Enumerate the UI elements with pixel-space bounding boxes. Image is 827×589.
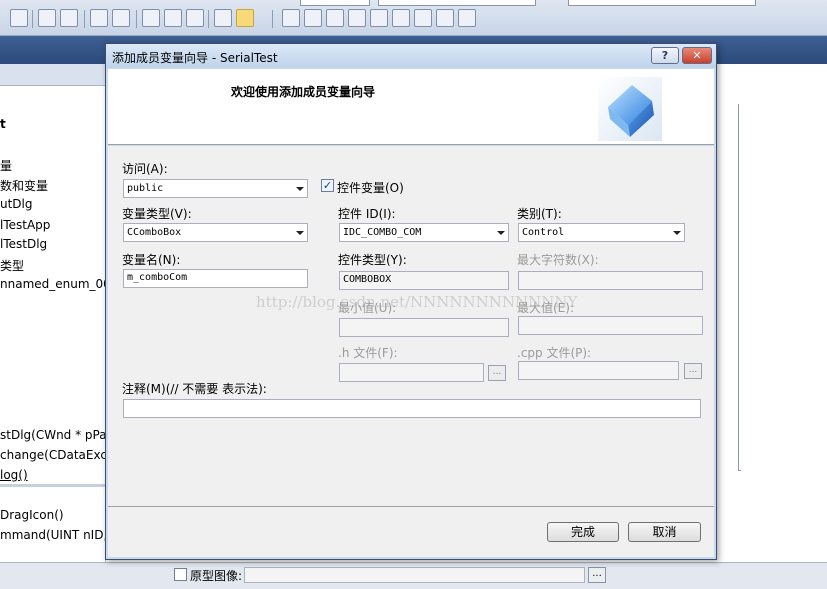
- toolbar-separator: [84, 10, 85, 28]
- member-item[interactable]: stDlg(CWnd * pPa: [0, 428, 107, 442]
- toolbar-button[interactable]: [186, 9, 204, 27]
- access-select[interactable]: public: [123, 179, 308, 198]
- tree-item[interactable]: utDlg: [0, 197, 33, 211]
- member-item[interactable]: mmand(UINT nID,: [0, 528, 107, 542]
- toolbar-button[interactable]: [90, 9, 108, 27]
- category-label: 类别(T):: [517, 207, 562, 221]
- add-member-variable-dialog: 添加成员变量向导 - SerialTest ? ✕ 欢迎使用添加成员变量向导 h…: [105, 43, 717, 560]
- close-button[interactable]: ✕: [682, 47, 712, 64]
- variable-name-input[interactable]: m_comboCom: [123, 269, 308, 288]
- grid-toggle-icon[interactable]: [214, 9, 232, 27]
- max-chars-input: [518, 271, 703, 290]
- variable-type-select[interactable]: CComboBox: [123, 223, 308, 242]
- chevron-down-icon: [673, 231, 681, 235]
- comment-input[interactable]: [123, 399, 701, 418]
- dialog-title: 添加成员变量向导 - SerialTest: [112, 51, 278, 65]
- category-select[interactable]: Control: [518, 223, 685, 242]
- tree-item[interactable]: t: [0, 117, 6, 131]
- tree-item[interactable]: nnamed_enum_00: [0, 277, 111, 291]
- control-id-value: IDC_COMBO_COM: [343, 227, 422, 238]
- tree-item[interactable]: 数和变量: [0, 177, 48, 194]
- category-value: Control: [522, 227, 565, 238]
- toolbar-separator: [32, 10, 33, 28]
- toolbar-separator: [272, 10, 273, 28]
- prototype-image-checkbox[interactable]: [174, 568, 187, 581]
- wizard-header: 欢迎使用添加成员变量向导: [108, 69, 714, 145]
- control-type-label: 控件类型(Y):: [338, 253, 407, 267]
- wizard-cube-icon: [598, 77, 662, 141]
- cpp-file-input: [518, 361, 679, 380]
- editor-pane: [716, 64, 827, 574]
- footer-divider: [108, 506, 714, 507]
- access-value: public: [127, 183, 164, 194]
- panel-splitter[interactable]: [0, 484, 106, 487]
- toolbar-combo-b[interactable]: [378, 0, 536, 6]
- tree-item[interactable]: 类型: [0, 257, 24, 274]
- tree-item[interactable]: lTestDlg: [0, 237, 47, 251]
- max-value-label: 最大值(E):: [517, 301, 574, 315]
- open-icon[interactable]: [304, 9, 322, 27]
- h-file-browse-button: ...: [488, 365, 506, 381]
- cpp-file-browse-button: ...: [684, 363, 702, 379]
- comment-label: 注释(M)(// 不需要 表示法):: [122, 382, 267, 396]
- help-button[interactable]: ?: [651, 47, 679, 64]
- toolbar-combo-c[interactable]: [568, 0, 756, 6]
- variable-type-label: 变量类型(V):: [122, 207, 192, 221]
- guides-toggle-icon[interactable]: [236, 9, 254, 27]
- prototype-image-field[interactable]: [244, 567, 585, 583]
- properties-icon[interactable]: [458, 9, 476, 27]
- class-wizard-icon[interactable]: [326, 9, 344, 27]
- tree-item[interactable]: 量: [0, 157, 12, 174]
- h-file-input: [339, 363, 484, 382]
- toolbar-button[interactable]: [112, 9, 130, 27]
- member-item[interactable]: log(): [0, 468, 28, 482]
- dialog-editor-border: [738, 470, 741, 471]
- toolbar-button[interactable]: [60, 9, 78, 27]
- wizard-body: http://blog.csdn.net/NNNNNNNNNNNNY 访问(A)…: [108, 146, 714, 557]
- chevron-down-icon: [296, 231, 304, 235]
- ide-toolbar: [0, 0, 827, 36]
- code-icon[interactable]: [414, 9, 432, 27]
- cpp-file-label: .cpp 文件(P):: [517, 346, 592, 360]
- dialog-editor-border: [738, 104, 739, 470]
- tree-item[interactable]: lTestApp: [0, 218, 50, 232]
- control-id-label: 控件 ID(I):: [338, 207, 396, 221]
- control-variable-label: 控件变量(O): [337, 181, 404, 195]
- dialog-titlebar[interactable]: 添加成员变量向导 - SerialTest ? ✕: [106, 44, 716, 68]
- toolbar-separator: [208, 10, 209, 28]
- chevron-down-icon: [497, 231, 505, 235]
- control-type-field: COMBOBOX: [339, 271, 509, 290]
- control-id-select[interactable]: IDC_COMBO_COM: [339, 223, 509, 242]
- toolbar-button[interactable]: [164, 9, 182, 27]
- class-view-panel: t 量 数和变量 utDlg lTestApp lTestDlg 类型 nnam…: [0, 64, 111, 574]
- prototype-browse-button[interactable]: ...: [588, 567, 606, 583]
- toolbar-separator: [136, 10, 137, 28]
- toolbar-combo-a[interactable]: [300, 0, 370, 6]
- cancel-button[interactable]: 取消: [628, 522, 701, 542]
- min-value-input: [339, 318, 509, 337]
- spelling-icon[interactable]: [436, 9, 454, 27]
- max-value-input: [518, 316, 703, 335]
- variable-type-value: CComboBox: [127, 227, 182, 238]
- access-label: 访问(A):: [122, 162, 168, 176]
- toolbar-button[interactable]: [38, 9, 56, 27]
- event-icon[interactable]: [370, 9, 388, 27]
- member-item[interactable]: change(CDataExcl: [0, 448, 110, 462]
- max-chars-label: 最大字符数(X):: [517, 253, 599, 267]
- prototype-image-label: 原型图像:: [190, 569, 243, 583]
- member-item[interactable]: DragIcon(): [0, 508, 64, 522]
- chevron-down-icon: [296, 187, 304, 191]
- h-file-label: .h 文件(F):: [338, 346, 398, 360]
- control-variable-checkbox[interactable]: ✓: [321, 179, 334, 192]
- toolbar-button[interactable]: [142, 9, 160, 27]
- finish-button[interactable]: 完成: [547, 522, 619, 542]
- variable-icon[interactable]: [348, 9, 366, 27]
- variable-name-label: 变量名(N):: [122, 253, 181, 267]
- class-view-header: [0, 64, 105, 86]
- function-icon[interactable]: [392, 9, 410, 27]
- test-dialog-icon[interactable]: [282, 9, 300, 27]
- welcome-heading: 欢迎使用添加成员变量向导: [231, 85, 376, 99]
- toolbar-button[interactable]: [10, 9, 28, 27]
- min-value-label: 最小值(U):: [338, 301, 397, 315]
